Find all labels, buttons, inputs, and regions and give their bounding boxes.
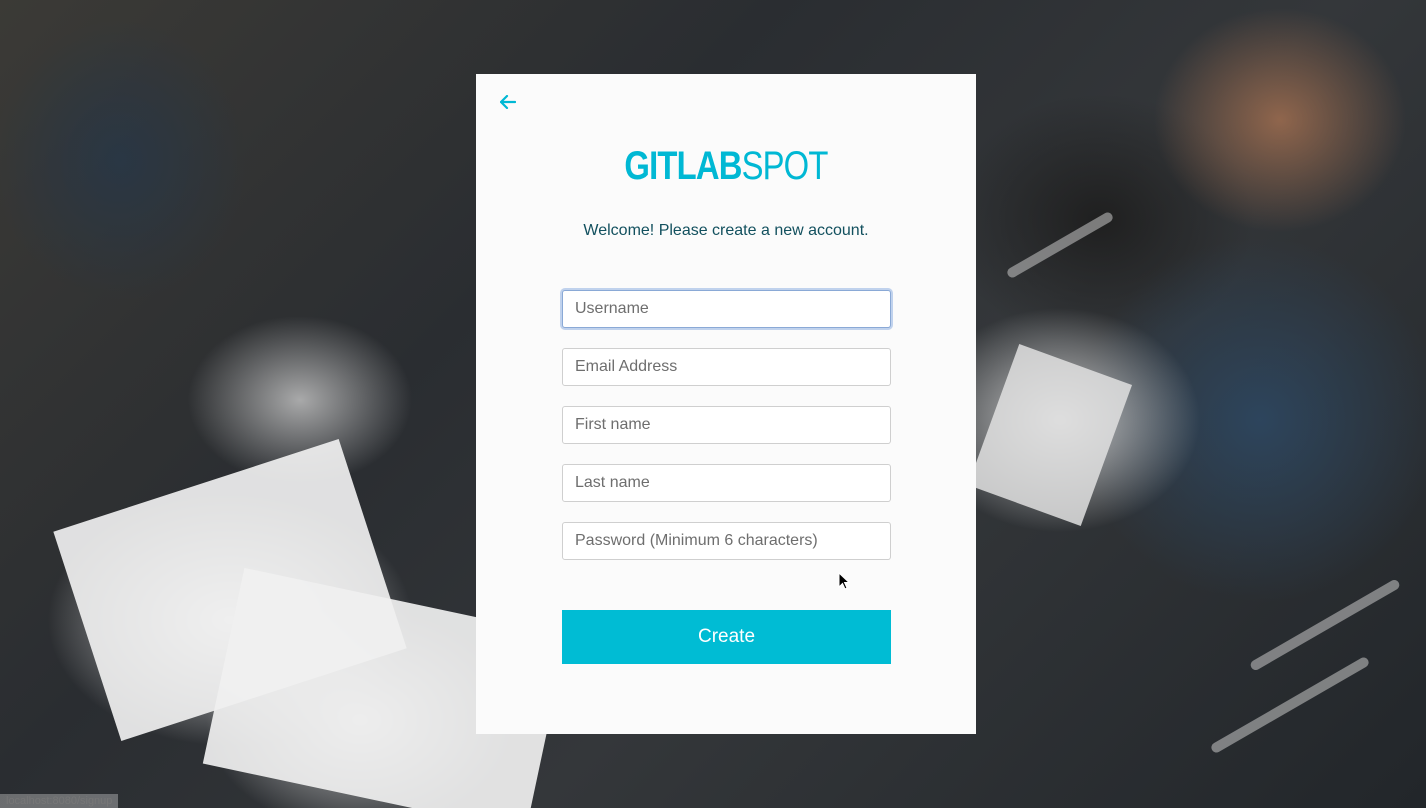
background-laptop xyxy=(967,344,1133,526)
mouse-cursor-icon xyxy=(838,572,850,590)
first-name-field[interactable] xyxy=(562,406,891,444)
signup-card: GITLABSPOT Welcome! Please create a new … xyxy=(476,74,976,734)
username-field[interactable] xyxy=(562,290,891,328)
last-name-field[interactable] xyxy=(562,464,891,502)
background-photo: GITLABSPOT Welcome! Please create a new … xyxy=(0,0,1426,808)
background-stripe xyxy=(1005,210,1115,280)
logo-bold-text: GITLAB xyxy=(624,144,742,188)
email-field[interactable] xyxy=(562,348,891,386)
create-button[interactable]: Create xyxy=(562,610,891,664)
background-stripe xyxy=(1248,578,1402,672)
back-button[interactable] xyxy=(496,90,520,114)
logo-light-text: SPOT xyxy=(741,144,829,188)
password-field[interactable] xyxy=(562,522,891,560)
arrow-left-icon xyxy=(500,95,516,109)
app-logo: GITLABSPOT xyxy=(521,142,931,190)
welcome-message: Welcome! Please create a new account. xyxy=(583,222,869,239)
status-bar-url: localhost:8080/signup xyxy=(0,794,119,808)
background-stripe xyxy=(1209,655,1371,755)
